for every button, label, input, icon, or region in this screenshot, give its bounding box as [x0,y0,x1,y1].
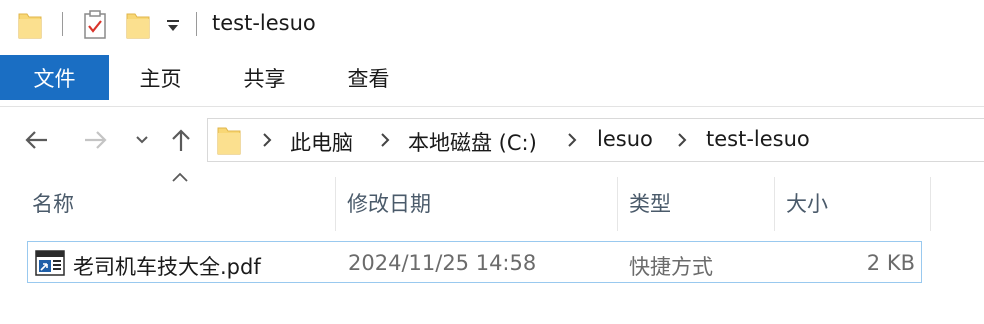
back-button[interactable] [20,122,52,158]
tab-share[interactable]: 共享 [222,55,307,100]
file-row[interactable]: 老司机车技大全.pdf 2024/11/25 14:58 快捷方式 2 KB [27,241,922,283]
title-bar: test-lesuo [0,0,984,52]
chevron-right-icon[interactable] [378,131,392,149]
tab-file[interactable]: 文件 [0,55,109,100]
folder-icon[interactable] [18,11,42,43]
window-title: test-lesuo [212,11,316,35]
file-name: 老司机车技大全.pdf [73,255,261,279]
toolbar-separator [196,12,197,36]
chevron-down-icon [136,136,148,144]
column-divider[interactable] [930,177,931,231]
address-bar[interactable]: 此电脑 本地磁盘 (C:) lesuo test-lesuo [207,118,984,162]
breadcrumb-local-disk[interactable]: 本地磁盘 (C:) [408,127,537,157]
file-type: 快捷方式 [629,255,713,279]
forward-button[interactable] [80,122,112,158]
properties-icon[interactable] [82,10,108,44]
column-divider[interactable] [335,177,336,231]
breadcrumb-this-pc[interactable]: 此电脑 [290,127,353,157]
column-header-size[interactable]: 大小 [786,188,828,218]
file-modified-date: 2024/11/25 14:58 [348,251,537,275]
column-divider[interactable] [774,177,775,231]
column-divider[interactable] [617,177,618,231]
customize-toolbar-icon[interactable] [166,18,180,37]
forward-arrow-icon [85,131,107,149]
folder-icon [217,125,241,159]
breadcrumb-test-lesuo[interactable]: test-lesuo [706,127,810,151]
chevron-right-icon[interactable] [675,131,689,149]
recent-locations-button[interactable] [126,122,158,158]
tab-home[interactable]: 主页 [118,55,203,100]
tab-view[interactable]: 查看 [326,55,411,100]
column-header-type[interactable]: 类型 [629,188,671,218]
ribbon-divider [0,106,984,107]
back-arrow-icon [25,131,47,149]
up-arrow-icon [172,129,190,151]
ribbon-tabs: 文件 主页 共享 查看 [0,55,984,102]
column-header-date[interactable]: 修改日期 [347,188,431,218]
toolbar-separator [62,12,63,36]
breadcrumb-lesuo[interactable]: lesuo [597,127,653,151]
shortcut-file-icon [35,250,65,276]
chevron-right-icon[interactable] [260,131,274,149]
file-size: 2 KB [866,251,915,275]
sort-ascending-icon [172,172,188,182]
up-button[interactable] [165,122,197,158]
chevron-right-icon[interactable] [565,131,579,149]
new-folder-icon[interactable] [126,11,150,43]
column-header-name[interactable]: 名称 [32,188,74,218]
